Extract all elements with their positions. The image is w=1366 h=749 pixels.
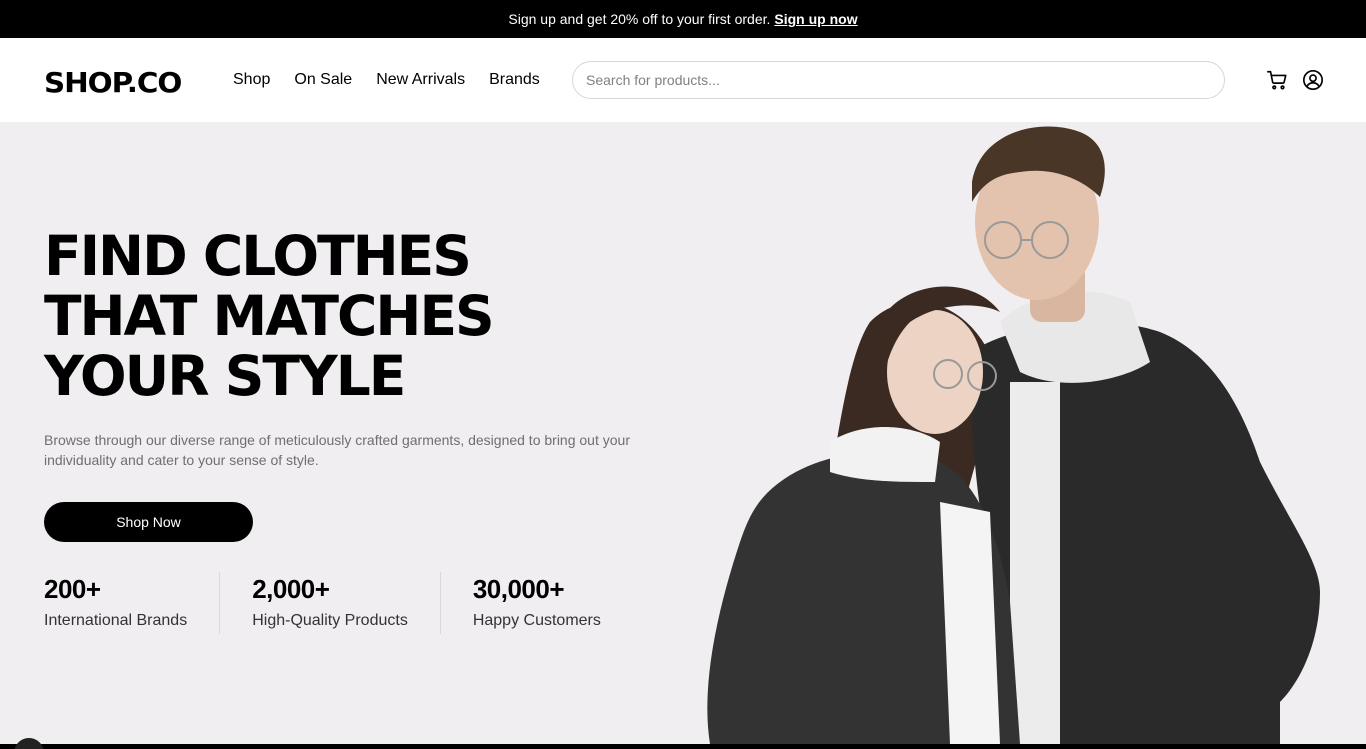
menu-item-on-sale[interactable]: On Sale (294, 70, 352, 90)
promo-text: Sign up and get 20% off to your first or… (508, 11, 771, 27)
stat-value: 2,000+ (252, 574, 330, 604)
hero-title: FIND CLOTHES THAT MATCHES YOUR STYLE (44, 226, 644, 406)
hero-description: Browse through our diverse range of meti… (44, 432, 630, 468)
hero-title-line: FIND CLOTHES (44, 224, 472, 288)
account-icon[interactable] (1302, 69, 1324, 91)
hero-title-line: YOUR STYLE (44, 344, 406, 408)
main-header: SHOP.CO Shop On Sale New Arrivals Brands (0, 38, 1366, 122)
hero-title-line: THAT MATCHES (44, 284, 495, 348)
stat-label: International Brands (44, 612, 188, 629)
search-box (572, 61, 1225, 99)
promo-banner: Sign up and get 20% off to your first or… (0, 0, 1366, 38)
hero-couple-image (707, 126, 1320, 744)
stats-row: 200+ International Brands 2,000+ High-Qu… (44, 572, 601, 634)
site-logo[interactable]: SHOP.CO (44, 65, 182, 101)
main-menu: Shop On Sale New Arrivals Brands (233, 70, 540, 90)
stat-divider (439, 572, 441, 634)
stat-products: 2,000+ High-Quality Products (252, 572, 408, 634)
stat-value: 200+ (44, 574, 101, 604)
stat-label: High-Quality Products (252, 612, 408, 629)
stat-customers: 30,000+ Happy Customers (473, 572, 601, 634)
stat-label: Happy Customers (472, 612, 601, 629)
hero-section: FIND CLOTHES THAT MATCHES YOUR STYLE Bro… (0, 122, 1366, 744)
stat-brands: 200+ International Brands (44, 572, 187, 634)
signup-link[interactable]: Sign up now (774, 11, 857, 27)
menu-item-shop[interactable]: Shop (233, 70, 270, 90)
shop-now-button[interactable]: Shop Now (44, 502, 253, 542)
cart-icon[interactable] (1266, 69, 1288, 91)
bottom-divider (0, 744, 1366, 749)
menu-item-new-arrivals[interactable]: New Arrivals (376, 70, 465, 90)
stat-value: 30,000+ (472, 574, 565, 604)
stat-divider (219, 572, 221, 634)
menu-item-brands[interactable]: Brands (489, 70, 540, 90)
search-input[interactable] (586, 72, 1224, 88)
